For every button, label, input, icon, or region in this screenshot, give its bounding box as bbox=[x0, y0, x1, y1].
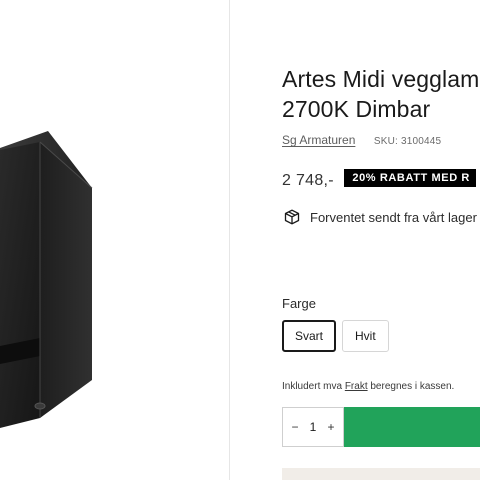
color-options: Svart Hvit bbox=[282, 320, 395, 352]
quantity-stepper: − 1 + bbox=[282, 407, 344, 447]
product-image[interactable] bbox=[0, 0, 230, 480]
wall-lamp-image bbox=[0, 131, 93, 428]
vendor-link[interactable]: Sg Armaturen bbox=[282, 133, 355, 147]
color-option-hvit[interactable]: Hvit bbox=[342, 320, 389, 352]
price-row: 2 748,- 20% RABATT MED R bbox=[282, 169, 476, 190]
secondary-button[interactable] bbox=[282, 468, 480, 480]
tax-suffix: beregnes i kassen. bbox=[367, 381, 455, 392]
box-icon bbox=[284, 209, 300, 225]
tax-note: Inkludert mva Frakt beregnes i kassen. bbox=[282, 381, 454, 392]
quantity-increase-button[interactable]: + bbox=[325, 420, 337, 434]
quantity-decrease-button[interactable]: − bbox=[289, 420, 301, 434]
product-info: Artes Midi vegglam 2700K Dimbar Sg Armat… bbox=[282, 0, 480, 480]
color-label: Farge bbox=[282, 296, 316, 311]
product-title-line2: 2700K Dimbar bbox=[282, 96, 431, 122]
vendor-row: Sg Armaturen SKU: 3100445 bbox=[282, 131, 441, 149]
discount-badge: 20% RABATT MED R bbox=[344, 169, 476, 187]
sku-label: SKU: 3100445 bbox=[373, 136, 442, 147]
tax-prefix: Inkludert mva bbox=[282, 381, 345, 392]
product-title-line1: Artes Midi vegglam bbox=[282, 66, 480, 92]
shipping-link[interactable]: Frakt bbox=[345, 381, 368, 392]
shipping-info: Forventet sendt fra vårt lager bbox=[284, 209, 477, 225]
product-title: Artes Midi vegglam 2700K Dimbar bbox=[282, 64, 480, 124]
product-page: Artes Midi vegglam 2700K Dimbar Sg Armat… bbox=[0, 0, 480, 480]
quantity-value[interactable]: 1 bbox=[310, 420, 317, 434]
shipping-text: Forventet sendt fra vårt lager bbox=[310, 209, 477, 225]
price: 2 748,- bbox=[282, 172, 334, 189]
color-option-svart[interactable]: Svart bbox=[282, 320, 337, 352]
add-to-cart-button[interactable] bbox=[344, 407, 480, 447]
